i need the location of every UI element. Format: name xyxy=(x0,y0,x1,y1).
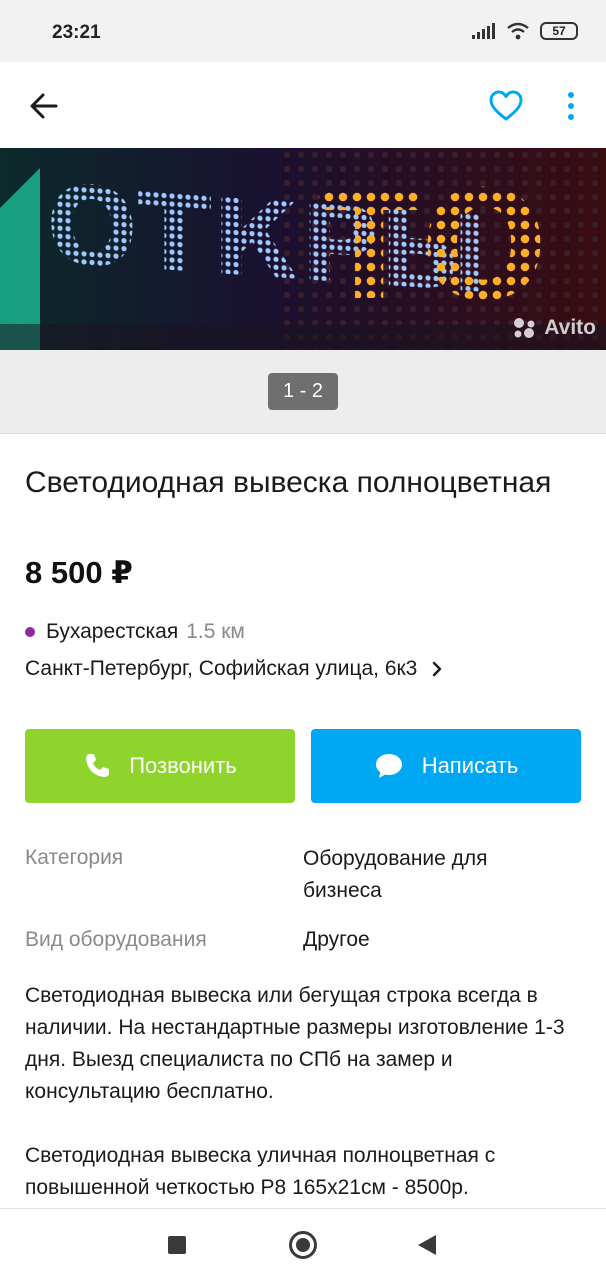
param-value-category: Оборудование для бизнеса xyxy=(303,847,488,902)
more-button[interactable] xyxy=(556,86,586,126)
status-bar: 23:21 57 xyxy=(0,0,606,62)
write-button-label: Написать xyxy=(421,753,519,778)
photo-counter: 1 - 2 xyxy=(268,373,338,410)
favorite-button[interactable] xyxy=(486,86,526,126)
status-icons: 57 xyxy=(472,22,578,40)
call-button-label: Позвонить xyxy=(129,753,237,778)
metro-line-dot xyxy=(25,627,35,637)
metro-distance: 1.5 км xyxy=(186,620,245,643)
watermark-text: Avito xyxy=(544,316,596,339)
address-text: Санкт-Петербург, Софийская улица, 6к3 xyxy=(25,657,418,680)
status-time: 23:21 xyxy=(52,22,101,43)
back-button[interactable] xyxy=(24,86,64,126)
heart-icon xyxy=(489,90,523,121)
phone-icon xyxy=(86,754,110,777)
call-button[interactable]: Позвонить xyxy=(25,729,295,803)
recent-apps-button[interactable] xyxy=(168,1236,186,1254)
signal-icon xyxy=(472,23,495,39)
app-bar xyxy=(0,62,606,148)
gallery-strip: 1 - 2 xyxy=(0,350,606,434)
metro-station: Бухарестская xyxy=(46,620,179,643)
avito-watermark: Avito xyxy=(512,316,596,340)
param-label-category: Категория xyxy=(25,846,124,869)
battery-indicator: 57 xyxy=(540,22,578,40)
home-button[interactable] xyxy=(289,1231,317,1259)
write-button[interactable]: Написать xyxy=(311,729,581,803)
address-link[interactable]: Санкт-Петербург, Софийская улица, 6к3 xyxy=(25,657,443,681)
wifi-icon xyxy=(507,22,529,40)
chevron-right-icon xyxy=(433,661,442,677)
avito-logo-icon xyxy=(514,318,535,338)
system-nav-bar xyxy=(0,1208,606,1280)
metro-info: Бухарестская 1.5 км xyxy=(25,620,245,644)
param-label-equipment-type: Вид оборудования xyxy=(25,928,207,951)
param-value-equipment-type: Другое xyxy=(303,928,370,951)
chat-bubble-icon xyxy=(375,754,402,778)
svg-text:ТО: ТО xyxy=(318,160,548,334)
listing-title: Светодиодная вывеска полноцветная xyxy=(25,466,552,499)
listing-price: 8 500 ₽ xyxy=(25,555,133,590)
system-back-button[interactable] xyxy=(418,1235,436,1255)
arrow-left-icon xyxy=(30,93,58,119)
more-vertical-icon xyxy=(568,92,574,120)
listing-photo[interactable]: ОТКРЫ ТО Avito xyxy=(0,148,606,350)
listing-description: Светодиодная вывеска или бегущая строка … xyxy=(25,984,565,1199)
